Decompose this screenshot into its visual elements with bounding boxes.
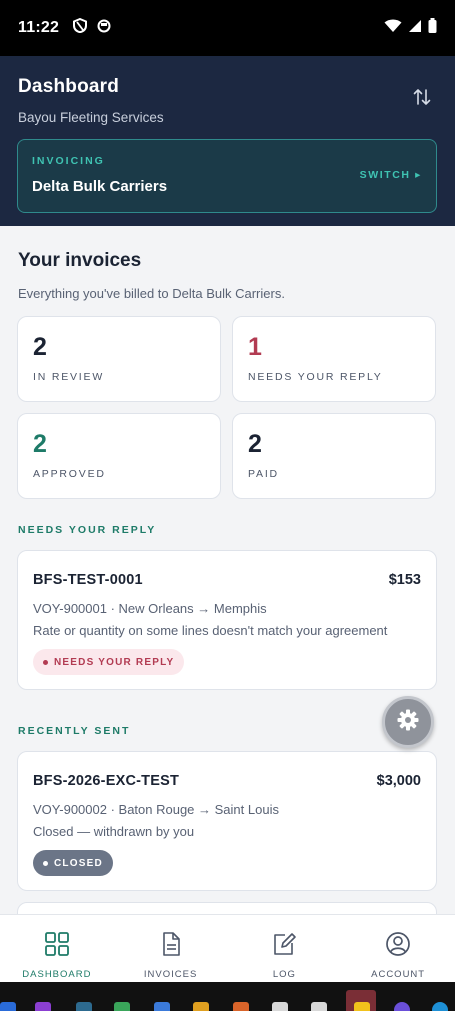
invoice-route: VOY-900001 · New Orleans → Memphis	[33, 601, 267, 616]
invoicing-account-card[interactable]: INVOICING Delta Bulk Carriers SWITCH ▸	[17, 139, 437, 213]
shield-status-icon	[73, 17, 88, 38]
app-icon[interactable]	[311, 1002, 327, 1011]
edit-icon	[271, 931, 297, 962]
needs-reply-heading: NEEDS YOUR REPLY	[18, 524, 157, 536]
status-dot-icon	[43, 659, 48, 665]
app-icon[interactable]	[0, 1002, 16, 1011]
invoicing-account-name: Delta Bulk Carriers	[32, 178, 168, 195]
stat-card-needs-reply[interactable]: 1 NEEDS YOUR REPLY	[232, 316, 436, 402]
stat-label: APPROVED	[33, 468, 106, 480]
document-icon	[158, 931, 184, 962]
invoice-card[interactable]: BFS-TEST-0001 $153 VOY-900001 · New Orle…	[17, 550, 437, 690]
stat-label: PAID	[248, 468, 279, 480]
app-icon[interactable]	[432, 1002, 448, 1011]
bottom-nav: DASHBOARD INVOICES LOG ACCOUNT	[0, 914, 455, 982]
nav-account[interactable]: ACCOUNT	[341, 915, 455, 982]
invoice-note: Rate or quantity on some lines doesn't m…	[33, 623, 388, 638]
nav-label: ACCOUNT	[371, 969, 426, 980]
status-badge-label: CLOSED	[54, 857, 103, 869]
invoices-section-subtitle: Everything you've billed to Delta Bulk C…	[18, 286, 285, 301]
page-title: Dashboard	[18, 76, 120, 97]
invoice-amount: $3,000	[376, 773, 421, 789]
swap-icon	[411, 86, 433, 113]
invoice-note: Closed — withdrawn by you	[33, 824, 195, 839]
status-dot-icon	[43, 860, 48, 866]
app-icon[interactable]	[233, 1002, 249, 1011]
invoice-number: BFS-TEST-0001	[33, 572, 143, 588]
stat-label: IN REVIEW	[33, 371, 105, 383]
app-icon[interactable]	[114, 1002, 130, 1011]
stat-value: 2	[33, 430, 47, 458]
battery-icon	[428, 18, 437, 38]
swap-button[interactable]	[409, 86, 435, 112]
app-taskbar	[0, 982, 455, 1011]
gear-icon	[396, 708, 420, 737]
stat-card-in-review[interactable]: 2 IN REVIEW	[17, 316, 221, 402]
signal-icon	[408, 19, 422, 38]
app-icon[interactable]	[154, 1002, 170, 1011]
dashboard-header: Dashboard Bayou Fleeting Services INVOIC…	[0, 56, 455, 226]
company-name: Bayou Fleeting Services	[18, 110, 164, 125]
switch-button[interactable]: SWITCH ▸	[360, 169, 422, 181]
stat-card-paid[interactable]: 2 PAID	[232, 413, 436, 499]
invoice-amount: $153	[388, 572, 421, 588]
stat-value: 1	[248, 333, 262, 361]
nav-dashboard[interactable]: DASHBOARD	[0, 915, 114, 982]
nav-label: INVOICES	[143, 969, 198, 980]
app-icon[interactable]	[35, 1002, 51, 1011]
status-badge: NEEDS YOUR REPLY	[33, 649, 185, 675]
invoice-route: VOY-900002 · Baton Rouge → Saint Louis	[33, 802, 279, 817]
invoice-number: BFS-2026-EXC-TEST	[33, 773, 180, 789]
app-icon[interactable]	[272, 1002, 288, 1011]
invoicing-label: INVOICING	[32, 155, 105, 167]
invoices-section-title: Your invoices	[18, 250, 142, 271]
grid-icon	[44, 931, 70, 962]
app-icon[interactable]	[193, 1002, 209, 1011]
app-icon[interactable]	[354, 1002, 370, 1011]
stat-value: 2	[248, 430, 262, 458]
stat-label: NEEDS YOUR REPLY	[248, 371, 383, 383]
invoice-card-partial[interactable]	[17, 902, 437, 914]
status-time: 11:22	[18, 19, 60, 36]
app-status-icon	[97, 19, 111, 38]
status-bar: 11:22	[0, 0, 455, 56]
main-content[interactable]: Your invoices Everything you've billed t…	[0, 226, 455, 914]
status-badge-label: NEEDS YOUR REPLY	[54, 656, 175, 668]
wifi-icon	[384, 19, 402, 38]
app-icon[interactable]	[394, 1002, 410, 1011]
nav-label: LOG	[272, 969, 296, 980]
status-badge: CLOSED	[33, 850, 113, 876]
nav-invoices[interactable]: INVOICES	[114, 915, 228, 982]
invoice-card[interactable]: BFS-2026-EXC-TEST $3,000 VOY-900002 · Ba…	[17, 751, 437, 891]
nav-log[interactable]: LOG	[228, 915, 342, 982]
recently-sent-heading: RECENTLY SENT	[18, 725, 131, 737]
nav-label: DASHBOARD	[22, 969, 92, 980]
account-icon	[385, 931, 411, 962]
stat-card-approved[interactable]: 2 APPROVED	[17, 413, 221, 499]
app-icon[interactable]	[76, 1002, 92, 1011]
settings-fab[interactable]	[382, 696, 434, 748]
stat-value: 2	[33, 333, 47, 361]
